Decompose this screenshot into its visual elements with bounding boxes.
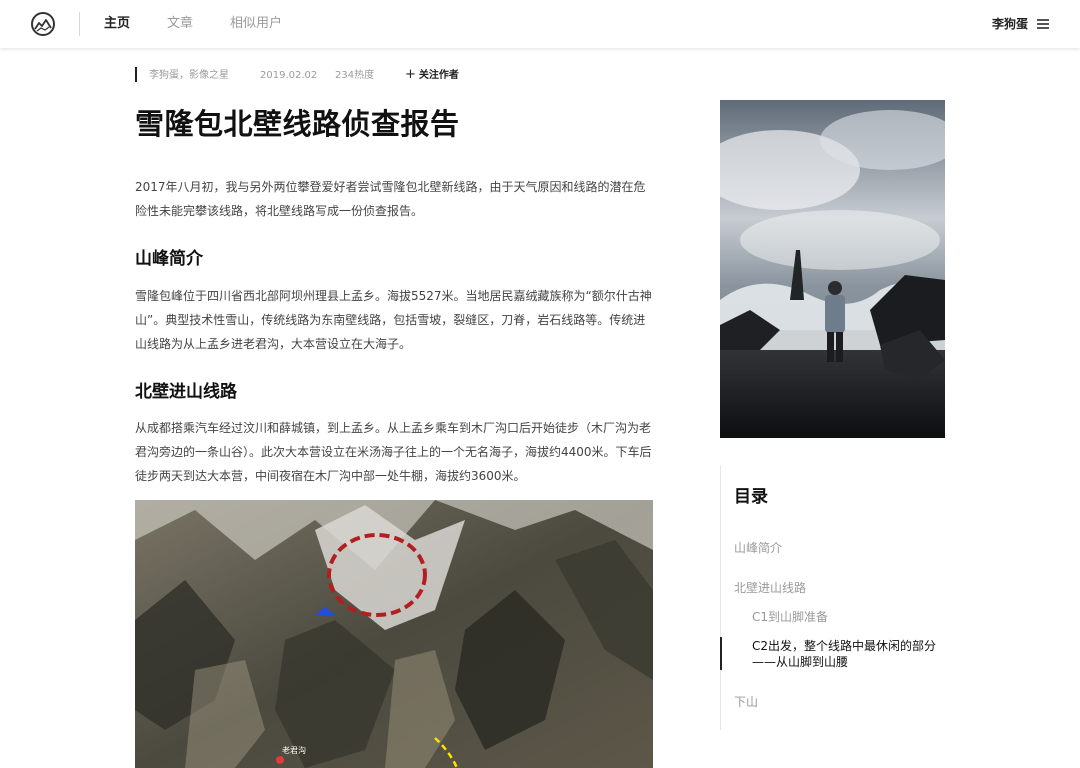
toc-item-north-route[interactable]: 北壁进山线路 — [734, 580, 806, 596]
plus-icon: + — [405, 67, 416, 82]
article-intro: 2017年八月初，我与另外两位攀登爱好者尝试雪隆包北壁新线路，由于天气原因和线路… — [135, 180, 646, 218]
article-title: 雪隆包北壁线路侦查报告 — [135, 107, 460, 141]
hamburger-menu-icon[interactable] — [1037, 19, 1049, 29]
side-photo-hiker-coast — [720, 100, 945, 438]
toc-item-descent[interactable]: 下山 — [734, 694, 758, 710]
nav-similar-users[interactable]: 相似用户 — [230, 15, 282, 33]
article-meta: 李狗蛋，影像之星 2019.02.02 234热度 + 关注作者 — [135, 67, 459, 82]
toc-item-c2-start-active[interactable]: C2出发，整个线路中最休闲的部分——从山脚到山腰 — [752, 638, 952, 670]
nav-divider — [79, 12, 80, 36]
mountain-logo-icon[interactable] — [31, 12, 55, 36]
user-name[interactable]: 李狗蛋 — [992, 16, 1028, 32]
toc-item-peak-intro[interactable]: 山峰简介 — [734, 540, 782, 556]
article-author[interactable]: 李狗蛋，影像之星 — [149, 68, 260, 83]
table-of-contents: 目录 山峰简介 北壁进山线路 C1到山脚准备 C2出发，整个线路中最休闲的部分—… — [720, 465, 960, 730]
section-heading-north-route: 北壁进山线路 — [135, 382, 237, 402]
top-navigation-bar: 主页 文章 相似用户 李狗蛋 — [0, 0, 1080, 48]
section-body-north-route: 从成都搭乘汽车经过汶川和薛城镇，到上孟乡。从上孟乡乘车到木厂沟口后开始徒步（木厂… — [135, 421, 652, 483]
nav-home[interactable]: 主页 — [104, 15, 130, 33]
article-date: 2019.02.02 — [260, 70, 318, 81]
toc-active-indicator — [720, 637, 722, 670]
follow-author-button[interactable]: + 关注作者 — [405, 67, 459, 83]
article-heat: 234热度 — [335, 70, 375, 81]
toc-title: 目录 — [734, 487, 768, 507]
map-location-label: 老君沟 — [282, 746, 306, 755]
section-body-peak-intro: 雪隆包峰位于四川省西北部阿坝州理县上孟乡。海拔5527米。当地居民嘉绒藏族称为“… — [135, 289, 652, 351]
nav-articles[interactable]: 文章 — [167, 15, 193, 33]
section-heading-peak-intro: 山峰简介 — [135, 249, 203, 269]
toc-item-c1-prep[interactable]: C1到山脚准备 — [752, 609, 828, 625]
follow-author-label: 关注作者 — [418, 70, 459, 81]
satellite-map-image: 老君沟 — [135, 500, 653, 768]
